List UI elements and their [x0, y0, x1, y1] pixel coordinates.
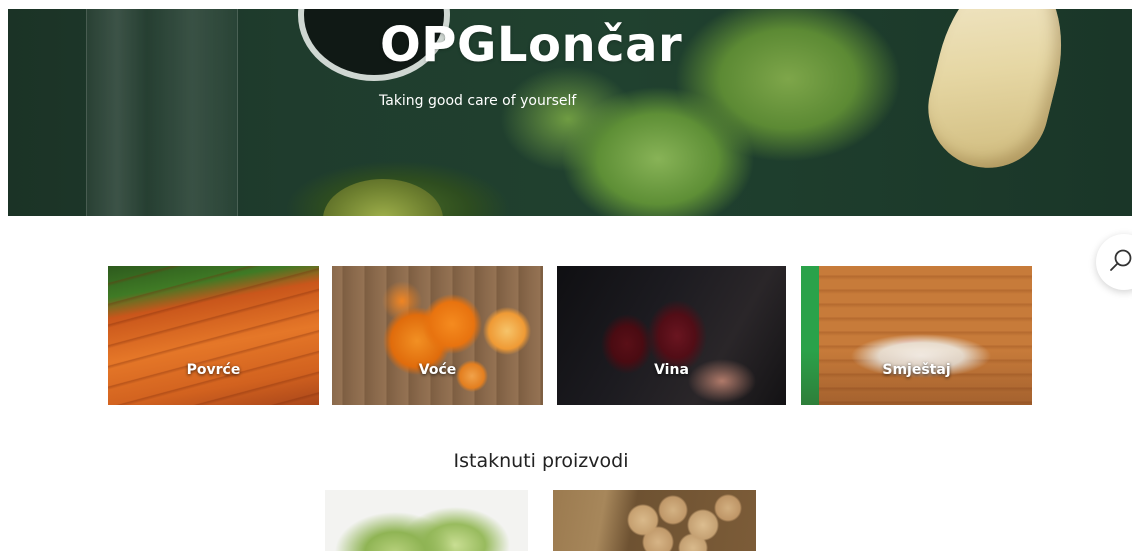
category-label: Vina [654, 362, 689, 378]
category-label: Povrće [186, 362, 241, 378]
category-label: Smještaj [882, 362, 951, 378]
cabbage-image [325, 490, 528, 551]
hero-glass-decoration [86, 9, 238, 216]
product-card-cabbage[interactable] [325, 490, 528, 551]
potatoes-image [553, 490, 756, 551]
tangerines-image [332, 266, 543, 405]
category-card-fruit[interactable]: Voće [332, 266, 543, 405]
search-icon [1110, 249, 1132, 271]
category-card-wines[interactable]: Vina [557, 266, 786, 405]
search-button[interactable] [1096, 234, 1132, 290]
category-card-vegetables[interactable]: Povrće [108, 266, 319, 405]
product-card-potatoes[interactable] [553, 490, 756, 551]
bedroom-image [801, 266, 1032, 405]
site-title: OPGLončar [380, 17, 683, 73]
carrots-image [108, 266, 319, 405]
wine-glasses-image [557, 266, 786, 405]
site-tagline: Taking good care of yourself [379, 93, 577, 109]
page: OPGLončar Taking good care of yourself P… [0, 0, 1132, 551]
category-label: Voće [418, 362, 457, 378]
hero-banner: OPGLončar Taking good care of yourself [8, 9, 1132, 216]
category-card-lodging[interactable]: Smještaj [801, 266, 1032, 405]
featured-products-heading: Istaknuti proizvodi [453, 450, 629, 472]
